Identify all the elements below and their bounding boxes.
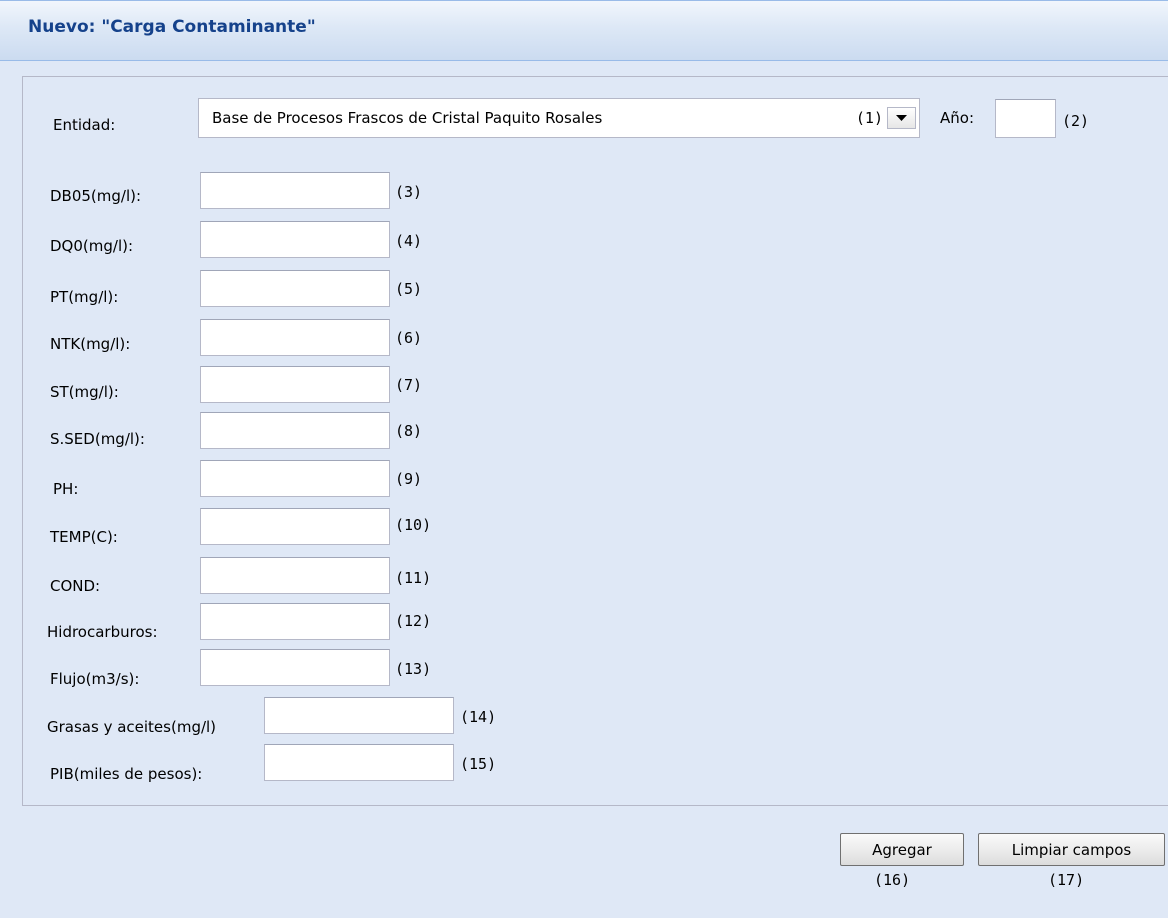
field-code: (8) [395, 422, 423, 440]
field-label: ST(mg/l): [50, 383, 119, 401]
ssed-input[interactable] [200, 412, 390, 449]
field-label: PH: [53, 480, 79, 498]
field-label: TEMP(C): [50, 528, 118, 546]
field-code: (9) [395, 470, 423, 488]
field-code: (5) [395, 280, 423, 298]
field-label: DQ0(mg/l): [50, 237, 134, 255]
field-label: S.SED(mg/l): [50, 430, 145, 448]
field-label: NTK(mg/l): [50, 335, 131, 353]
hidrocarburos-input[interactable] [200, 603, 390, 640]
flujo-input[interactable] [200, 649, 390, 686]
field-label: Grasas y aceites(mg/l) [47, 718, 217, 736]
field-code: (6) [395, 329, 423, 347]
ph-input[interactable] [200, 460, 390, 497]
entity-code: (1) [855, 109, 883, 127]
grasas-aceites-input[interactable] [264, 697, 454, 734]
entity-selected-value: Base de Procesos Frascos de Cristal Paqu… [212, 109, 603, 127]
field-code: (10) [395, 516, 432, 534]
ntk-input[interactable] [200, 319, 390, 356]
field-code: (12) [395, 612, 432, 630]
entity-label: Entidad: [53, 116, 116, 134]
pib-input[interactable] [264, 744, 454, 781]
clear-fields-button[interactable]: Limpiar campos [978, 833, 1165, 866]
clear-button-code: (17) [1048, 871, 1085, 889]
dqo-input[interactable] [200, 221, 390, 258]
chevron-down-icon [896, 115, 907, 121]
field-label: Flujo(m3/s): [50, 670, 140, 688]
field-code: (13) [395, 660, 432, 678]
form-fieldset [22, 76, 1168, 806]
panel-title: Nuevo: "Carga Contaminante" [28, 17, 316, 37]
panel-header: Nuevo: "Carga Contaminante" [0, 1, 1168, 61]
field-code: (15) [460, 755, 497, 773]
temp-input[interactable] [200, 508, 390, 545]
year-input[interactable] [995, 99, 1056, 138]
add-button-code: (16) [874, 871, 911, 889]
field-label: DB05(mg/l): [50, 187, 142, 205]
field-code: (14) [460, 708, 497, 726]
year-label: Año: [940, 109, 974, 127]
dropdown-trigger[interactable] [887, 107, 916, 129]
field-label: Hidrocarburos: [47, 623, 158, 641]
field-code: (11) [395, 569, 432, 587]
cond-input[interactable] [200, 557, 390, 594]
field-code: (3) [395, 183, 423, 201]
year-code: (2) [1062, 112, 1090, 130]
field-code: (4) [395, 232, 423, 250]
field-code: (7) [395, 376, 423, 394]
pt-input[interactable] [200, 270, 390, 307]
field-label: PIB(miles de pesos): [50, 765, 203, 783]
form-window: Nuevo: "Carga Contaminante" Entidad: Bas… [0, 0, 1168, 918]
field-label: COND: [50, 577, 101, 595]
db05-input[interactable] [200, 172, 390, 209]
field-label: PT(mg/l): [50, 288, 119, 306]
st-input[interactable] [200, 366, 390, 403]
entity-combobox[interactable]: Base de Procesos Frascos de Cristal Paqu… [198, 98, 920, 138]
add-button[interactable]: Agregar [840, 833, 964, 866]
